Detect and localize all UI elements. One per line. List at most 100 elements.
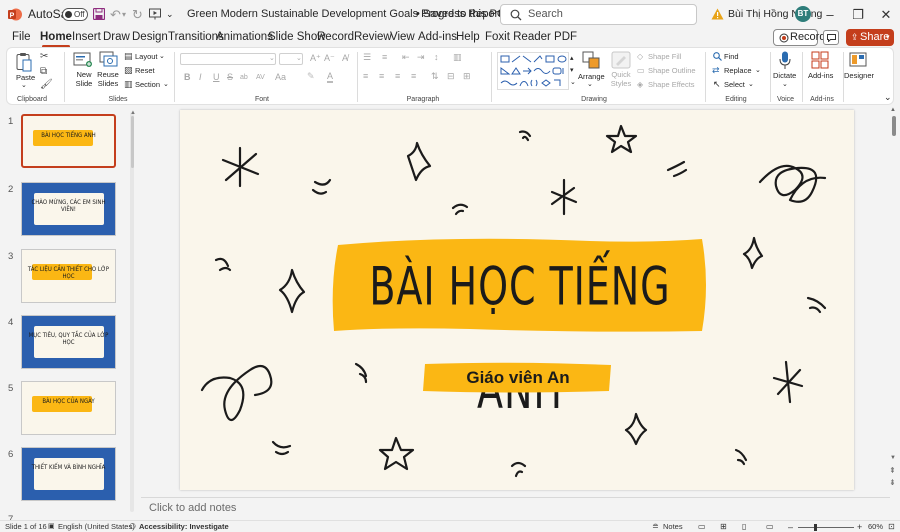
search-box[interactable]: Search	[500, 4, 697, 25]
tab-view[interactable]: View	[390, 29, 415, 46]
underline-icon[interactable]: U	[213, 72, 220, 83]
gallery-scroll-up-icon[interactable]: ▴	[570, 53, 574, 64]
gallery-more-icon[interactable]: ⌄	[570, 77, 576, 88]
slide-thumbnail[interactable]: CHÀO MỪNG, CÁC EM SINH VIÊN!	[21, 182, 116, 236]
slide-canvas[interactable]: BÀI HỌC TIẾNG ANH Giáo viên An	[180, 110, 854, 490]
text-shadow-icon[interactable]: ab	[240, 72, 248, 83]
shape-effects-label[interactable]: Shape Effects	[648, 80, 695, 89]
tab-animations[interactable]: Animations	[216, 29, 273, 46]
spelling-icon[interactable]: ▣	[48, 521, 55, 532]
accessibility-status[interactable]: Accessibility: Investigate	[139, 521, 229, 532]
scroll-down-icon[interactable]: ▼	[890, 455, 896, 461]
replace-label[interactable]: Replace	[724, 66, 752, 75]
paste-dropdown-icon[interactable]: ⌄	[21, 81, 27, 90]
chevron-down-icon[interactable]: ⌄	[474, 0, 482, 29]
new-slide-icon[interactable]	[73, 51, 93, 68]
character-spacing-icon[interactable]: AV	[256, 72, 265, 83]
shape-effects-icon[interactable]: ◈	[637, 79, 643, 90]
fit-to-window-icon[interactable]: ⊡	[888, 521, 895, 532]
autosave-toggle[interactable]: Off	[62, 8, 88, 21]
language-indicator[interactable]: English (United States)	[58, 521, 135, 532]
tab-insert[interactable]: Insert	[72, 29, 101, 46]
cut-icon[interactable]: ✂	[40, 51, 48, 62]
reading-view-icon[interactable]: ▯	[742, 521, 746, 532]
columns-icon[interactable]: ▥	[453, 52, 462, 63]
notes-toggle[interactable]: Notes	[663, 521, 683, 532]
text-direction-icon[interactable]: ⇅	[431, 71, 439, 82]
add-ins-icon[interactable]	[811, 51, 829, 69]
comments-button[interactable]	[823, 30, 839, 45]
chevron-down-icon[interactable]: ⌄	[587, 80, 593, 89]
tab-home[interactable]: Home	[40, 29, 72, 48]
decrease-font-icon[interactable]: A⁻	[324, 53, 335, 64]
slide-thumbnail[interactable]: BÀI HỌC TIẾNG ANH	[21, 114, 116, 168]
shape-fill-label[interactable]: Shape Fill	[648, 52, 681, 61]
customize-toolbar-icon[interactable]: ⌄	[166, 0, 174, 29]
replace-icon[interactable]: ⇄	[712, 65, 720, 76]
undo-icon[interactable]: ↶	[110, 0, 121, 29]
zoom-slider-handle[interactable]	[814, 524, 817, 531]
tab-add-ins[interactable]: Add-ins	[418, 29, 457, 46]
zoom-out-icon[interactable]: –	[788, 521, 793, 532]
new-slide-label[interactable]: New Slide	[73, 70, 95, 88]
microphone-icon[interactable]	[779, 51, 791, 70]
undo-dropdown-icon[interactable]: ▾	[122, 0, 126, 29]
tab-file[interactable]: File	[12, 29, 31, 46]
layout-icon[interactable]: ▤	[124, 51, 133, 62]
paste-icon[interactable]	[16, 52, 32, 72]
strikethrough-icon[interactable]: S	[227, 72, 233, 83]
designer-icon[interactable]	[849, 51, 867, 69]
zoom-level[interactable]: 60%	[868, 521, 883, 532]
dictate-label[interactable]: Dictate	[773, 71, 796, 80]
shape-outline-icon[interactable]: ▭	[637, 65, 645, 76]
reset-icon[interactable]: ▧	[124, 65, 133, 76]
tab-review[interactable]: Review	[354, 29, 392, 46]
minimize-icon[interactable]: –	[815, 0, 845, 29]
zoom-slider[interactable]	[798, 527, 854, 528]
slide-title[interactable]: BÀI HỌC TIẾNG ANH	[345, 234, 695, 421]
increase-font-icon[interactable]: A⁺	[310, 53, 321, 64]
select-label[interactable]: Select	[724, 80, 745, 89]
arrange-icon[interactable]	[582, 51, 602, 69]
shape-outline-label[interactable]: Shape Outline	[648, 66, 696, 75]
record-button[interactable]: Record	[773, 29, 825, 46]
font-color-icon[interactable]: A	[327, 72, 334, 83]
layout-label[interactable]: Layout	[135, 52, 158, 61]
section-label[interactable]: Section	[135, 80, 160, 89]
designer-label[interactable]: Designer	[844, 71, 874, 80]
accessibility-icon[interactable]: ⚇	[129, 521, 136, 532]
copy-icon[interactable]: ⧉	[40, 66, 47, 77]
thumbnail-scrollbar-thumb[interactable]	[131, 116, 134, 168]
find-label[interactable]: Find	[724, 52, 739, 61]
bullets-icon[interactable]: ☰	[363, 52, 371, 63]
chevron-down-icon[interactable]: ⌄	[163, 80, 169, 89]
notes-pane[interactable]: Click to add notes	[141, 497, 890, 518]
warning-icon[interactable]	[711, 8, 724, 20]
select-cursor-icon[interactable]: ↖	[713, 79, 721, 90]
tab-help[interactable]: Help	[456, 29, 480, 46]
highlight-icon[interactable]: ✎	[307, 71, 315, 82]
align-center-icon[interactable]: ≡	[379, 71, 384, 82]
add-ins-label[interactable]: Add-ins	[808, 71, 833, 80]
align-text-icon[interactable]: ⊟	[447, 71, 455, 82]
numbering-icon[interactable]: ≡	[382, 52, 387, 63]
section-icon[interactable]: ▥	[124, 79, 133, 90]
quick-styles-label[interactable]: Quick Styles	[610, 70, 632, 88]
share-button[interactable]: ⇪ Share ▾	[846, 29, 894, 46]
slide-thumbnail[interactable]: TÁC LIỆU CẦN THIẾT CHO LỚP HỌC	[21, 249, 116, 303]
close-icon[interactable]: ✕	[871, 0, 900, 29]
zoom-in-icon[interactable]: +	[857, 521, 862, 532]
gallery-scroll-down-icon[interactable]: ▾	[570, 65, 574, 76]
chevron-down-icon[interactable]: ⌄	[782, 80, 788, 89]
align-left-icon[interactable]: ≡	[363, 71, 368, 82]
thumbnail-scrollbar[interactable]	[130, 112, 134, 512]
previous-slide-icon[interactable]: ⇞	[889, 466, 896, 475]
slide-thumbnail[interactable]: THIẾT KIẾM VÀ BÌNH NGHĨA	[21, 447, 116, 501]
reuse-slides-icon[interactable]	[99, 51, 119, 68]
avatar[interactable]: BT	[795, 6, 811, 22]
reuse-slides-label[interactable]: Reuse Slides	[97, 70, 119, 88]
decrease-indent-icon[interactable]: ⇤	[402, 52, 410, 63]
shape-fill-icon[interactable]: ◇	[637, 51, 643, 62]
chevron-down-icon[interactable]: ⌄	[748, 80, 754, 89]
normal-view-icon[interactable]: ▭	[698, 521, 706, 532]
